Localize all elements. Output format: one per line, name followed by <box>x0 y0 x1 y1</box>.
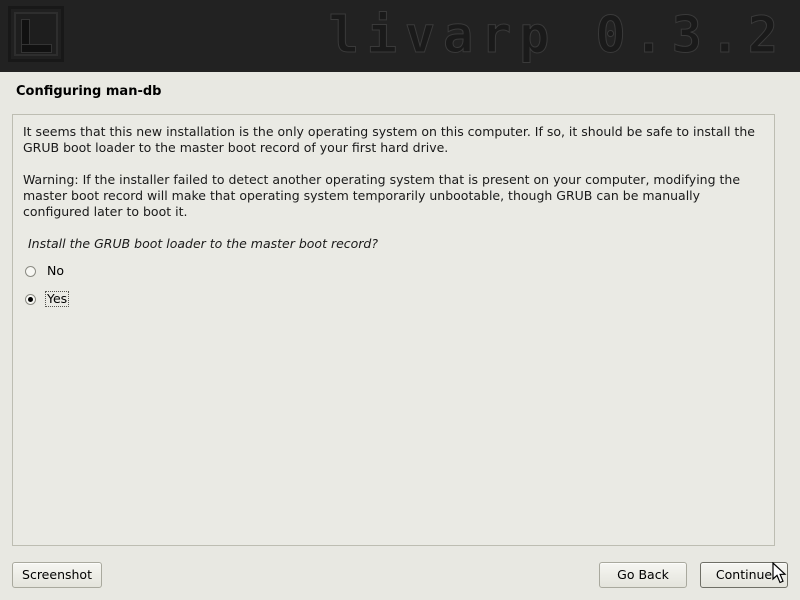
intro-paragraph: It seems that this new installation is t… <box>23 124 755 155</box>
radio-button-yes-icon[interactable] <box>25 293 36 305</box>
question-label: Install the GRUB boot loader to the mast… <box>28 236 379 251</box>
screenshot-button[interactable]: Screenshot <box>12 562 102 588</box>
livarp-l-logo-icon <box>8 6 68 66</box>
header-bar: livarp 0.3.2 <box>0 0 800 72</box>
radio-option-yes[interactable]: Yes <box>25 289 774 309</box>
logo-l-horizontal-stroke <box>21 44 52 53</box>
radio-option-no[interactable]: No <box>25 261 774 281</box>
radio-label-yes[interactable]: Yes <box>45 291 70 307</box>
content-panel: It seems that this new installation is t… <box>12 114 775 546</box>
radio-label-no[interactable]: No <box>45 263 66 279</box>
go-back-button[interactable]: Go Back <box>599 562 687 588</box>
brand-wordmark: livarp 0.3.2 <box>328 6 786 65</box>
radio-group: No Yes <box>13 261 774 309</box>
continue-button[interactable]: Continue <box>700 562 788 588</box>
warning-paragraph: Warning: If the installer failed to dete… <box>23 172 741 219</box>
page-title: Configuring man-db <box>16 84 162 99</box>
radio-button-no-icon[interactable] <box>25 265 36 277</box>
